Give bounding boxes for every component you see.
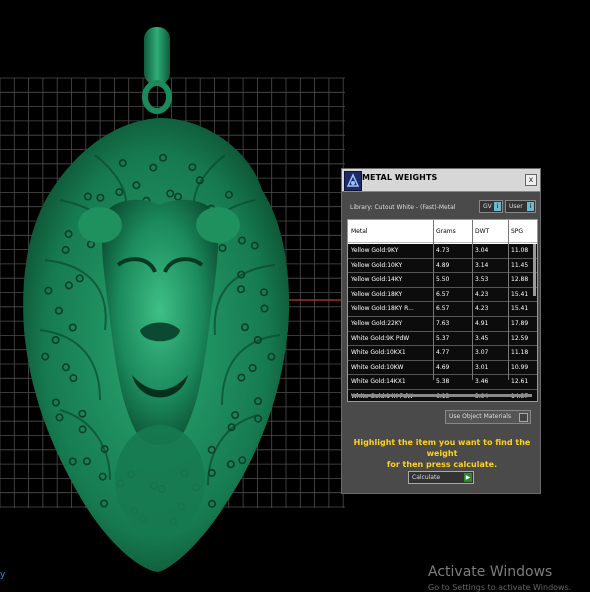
horizontal-scrollbar[interactable]: [352, 394, 532, 397]
gv-button-label: GV: [483, 203, 492, 210]
grams-cell: 4.69: [436, 363, 450, 371]
metal-cell: Yellow Gold:10KY: [351, 261, 403, 269]
grams-cell: 5.38: [436, 378, 450, 386]
app-logo-icon: [344, 171, 362, 191]
metal-cell: Yellow Gold:14KY: [351, 276, 403, 284]
instruction-line: for then press calculate.: [386, 460, 498, 469]
column-divider[interactable]: [508, 220, 509, 380]
metal-cell: Yellow Gold:18KY R...: [351, 305, 414, 313]
column-header-grams[interactable]: Grams: [436, 228, 472, 235]
spg-cell: 11.45: [511, 261, 529, 269]
play-arrow-icon: ▶: [464, 473, 472, 482]
activate-windows-watermark: Activate Windows: [428, 564, 553, 580]
info-icon[interactable]: i: [494, 202, 501, 211]
grams-cell: 4.89: [436, 261, 450, 269]
edge-glyph: y: [0, 570, 6, 580]
dwt-cell: 4.23: [475, 290, 489, 298]
spg-cell: 12.59: [511, 334, 529, 342]
spg-cell: 11.08: [511, 247, 529, 254]
use-object-materials-label: Use Object Materials: [449, 413, 512, 420]
spg-cell: 15.41: [511, 290, 529, 298]
info-icon[interactable]: i: [527, 202, 534, 211]
column-header-metal[interactable]: Metal: [351, 228, 434, 235]
user-button[interactable]: User i: [505, 200, 536, 213]
metal-weights-table[interactable]: Metal Grams DWT SPG Yellow Gold:9KY 4.73 3…: [347, 219, 538, 402]
dwt-cell: 4.23: [475, 305, 489, 313]
metal-cell: White Gold:9K PdW: [351, 334, 410, 342]
dwt-cell: 3.01: [475, 363, 489, 371]
column-divider[interactable]: [472, 220, 473, 380]
metal-cell: White Gold:10KW: [351, 363, 404, 371]
dwt-cell: 3.45: [475, 334, 489, 342]
metal-cell: Yellow Gold:22KY: [351, 319, 403, 327]
grams-cell: 6.57: [436, 305, 450, 313]
user-button-label: User: [509, 203, 523, 210]
dwt-cell: 3.04: [475, 247, 489, 254]
library-label: Library: Cutout White - (Fast)-Metal: [350, 204, 456, 211]
column-header-dwt[interactable]: DWT: [475, 228, 509, 235]
dwt-cell: 3.14: [475, 261, 489, 269]
activate-windows-subtitle: Go to Settings to activate Windows.: [428, 583, 572, 592]
column-header-spg[interactable]: SPG: [511, 228, 533, 235]
spg-cell: 15.41: [511, 305, 529, 313]
spg-cell: 12.88: [511, 276, 529, 284]
lion-pendant-model[interactable]: [23, 27, 290, 572]
panel-titlebar[interactable]: METAL WEIGHTS x: [342, 169, 540, 192]
grams-cell: 7.63: [436, 319, 450, 327]
calculate-label: Calculate: [412, 474, 441, 481]
dwt-cell: 3.07: [475, 349, 489, 357]
panel-title: METAL WEIGHTS: [362, 173, 438, 182]
metal-weights-panel: METAL WEIGHTS x Library: Cutout White - …: [341, 168, 541, 494]
grams-cell: 6.57: [436, 290, 450, 298]
grams-cell: 4.77: [436, 349, 450, 357]
dwt-cell: 4.91: [475, 319, 489, 327]
grams-cell: 4.73: [436, 247, 450, 254]
spg-cell: 11.18: [511, 349, 529, 357]
instruction-text: Highlight the item you want to find the …: [346, 437, 538, 470]
metal-cell: Yellow Gold:18KY: [351, 290, 403, 298]
spg-cell: 10.99: [511, 363, 529, 371]
spg-cell: 12.61: [511, 378, 529, 386]
instruction-line: Highlight the item you want to find the …: [353, 438, 531, 458]
checkbox-box[interactable]: [519, 413, 528, 422]
grams-cell: 5.37: [436, 334, 450, 342]
metal-cell: White Gold:14KX1: [351, 378, 406, 386]
calculate-button[interactable]: Calculate ▶: [408, 471, 474, 484]
spg-cell: 17.89: [511, 319, 529, 327]
vertical-scrollbar[interactable]: [533, 244, 536, 296]
dwt-cell: 3.46: [475, 378, 489, 386]
close-button[interactable]: x: [525, 174, 537, 186]
dwt-cell: 3.53: [475, 276, 489, 284]
grams-cell: 5.50: [436, 276, 450, 284]
metal-cell: Yellow Gold:9KY: [351, 247, 399, 254]
column-divider[interactable]: [433, 220, 434, 380]
metal-cell: White Gold:10KX1: [351, 349, 406, 357]
gv-button[interactable]: GV i: [479, 200, 503, 213]
use-object-materials-checkbox[interactable]: Use Object Materials: [445, 410, 531, 424]
